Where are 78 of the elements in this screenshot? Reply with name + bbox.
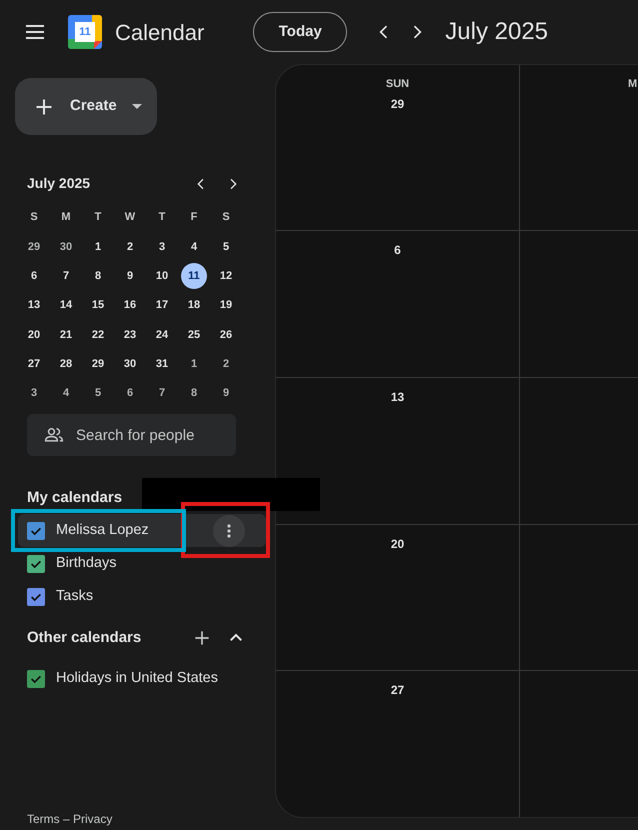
day-button[interactable]: 5 (85, 380, 111, 406)
weekday-label: F (190, 210, 198, 226)
day-button[interactable]: 25 (181, 322, 207, 348)
date-label: 13 (390, 388, 404, 406)
day-button[interactable]: 22 (85, 322, 111, 348)
day-button[interactable]: 19 (213, 292, 239, 319)
date-label: 29 (390, 96, 404, 112)
day-button[interactable]: 31 (149, 351, 175, 378)
footer-links[interactable]: Terms – Privacy (27, 810, 112, 828)
day-button[interactable]: 21 (53, 322, 79, 348)
day-button[interactable]: 7 (53, 263, 79, 290)
day-button[interactable]: 2 (213, 351, 239, 378)
day-button[interactable]: 15 (85, 292, 111, 319)
weekday-label: S (30, 210, 38, 226)
create-button[interactable]: Create (15, 78, 157, 135)
day-button[interactable]: 3 (149, 234, 175, 260)
day-button[interactable]: 8 (181, 380, 207, 406)
day-button[interactable]: 13 (21, 292, 47, 319)
checkbox[interactable] (27, 588, 45, 606)
day-button[interactable]: 29 (21, 234, 47, 260)
weekday-label: M (61, 210, 71, 226)
day-button[interactable]: 30 (53, 234, 79, 260)
day-button[interactable]: 23 (117, 322, 143, 348)
calendar-label: Tasks (56, 586, 94, 606)
day-button[interactable]: 28 (53, 351, 79, 378)
search-people-field[interactable]: Search for people (27, 414, 236, 456)
calendar-label: Birthdays (56, 554, 118, 573)
day-button[interactable]: 9 (213, 380, 239, 406)
day-button[interactable]: 4 (181, 234, 207, 260)
day-button[interactable]: 16 (117, 292, 143, 319)
day-button[interactable]: 20 (21, 322, 47, 348)
calendar-logo: 11 (68, 15, 102, 49)
date-label: 6 (394, 242, 401, 259)
period-title: July 2025 (445, 17, 548, 47)
today-button[interactable]: Today (253, 12, 348, 52)
day-button[interactable]: 30 (117, 351, 143, 378)
day-button[interactable]: 18 (181, 292, 207, 319)
weekday-label: T (94, 210, 102, 226)
section-heading: My calendars (27, 488, 124, 508)
checkbox[interactable] (27, 522, 45, 540)
day-button[interactable]: 10 (149, 263, 175, 290)
app-title: Calendar (115, 18, 204, 46)
weekday-label: S (222, 210, 230, 226)
mini-calendar-title: July 2025 (27, 174, 92, 193)
day-button[interactable]: 6 (117, 380, 143, 406)
day-button[interactable]: 11 (181, 263, 207, 290)
day-button[interactable]: 14 (53, 292, 79, 319)
day-button[interactable]: 2 (117, 234, 143, 260)
calendar-row[interactable]: Melissa Lopez (18, 514, 266, 548)
calendar-label: Melissa Lopez (56, 520, 150, 540)
day-button[interactable]: 24 (149, 322, 175, 348)
day-button[interactable]: 1 (181, 351, 207, 378)
section-heading: Other calendars (27, 628, 142, 648)
day-button[interactable]: 26 (213, 322, 239, 348)
day-button[interactable]: 8 (85, 263, 111, 290)
weekday-label: T (158, 210, 166, 226)
checkbox[interactable] (27, 670, 45, 688)
date-label: 27 (390, 682, 404, 700)
day-button[interactable]: 9 (117, 263, 143, 290)
weekday-label: SUN (386, 77, 410, 92)
weekday-label: M (628, 77, 638, 92)
day-button[interactable]: 5 (213, 234, 239, 260)
day-button[interactable]: 3 (21, 380, 47, 406)
day-button[interactable]: 17 (149, 292, 175, 319)
calendar-label: Holidays in United States (56, 668, 219, 688)
day-button[interactable]: 29 (85, 351, 111, 378)
more-options-icon[interactable] (213, 514, 245, 547)
plus-icon (34, 96, 54, 116)
day-button[interactable]: 1 (85, 234, 111, 260)
caret-icon (132, 104, 142, 110)
day-button[interactable]: 12 (213, 263, 239, 290)
day-button[interactable]: 27 (21, 351, 47, 378)
day-button[interactable]: 7 (149, 380, 175, 406)
weekday-label: W (124, 210, 136, 226)
checkbox[interactable] (27, 554, 45, 573)
date-label: 20 (390, 536, 404, 552)
day-button[interactable]: 6 (21, 263, 47, 290)
day-button[interactable]: 4 (53, 380, 79, 406)
